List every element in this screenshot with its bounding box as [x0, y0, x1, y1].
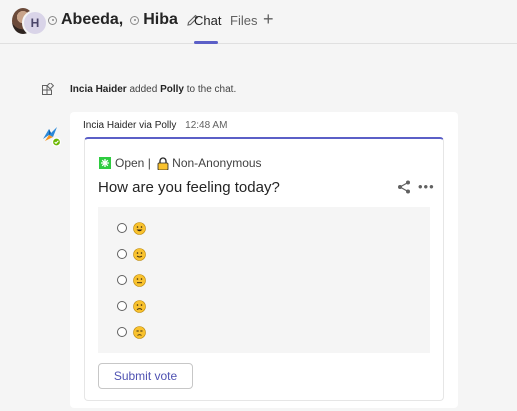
neutral-face-icon — [133, 273, 146, 287]
option-radio[interactable] — [117, 275, 127, 285]
poll-status: Open | Non-Anonymous — [99, 156, 262, 170]
avatar-initial: H — [22, 10, 48, 36]
poll-option[interactable] — [117, 220, 146, 236]
participant-name: Abeeda, — [61, 11, 124, 28]
visibility-label: Non-Anonymous — [172, 156, 262, 170]
chat-header: H Abeeda, Hiba Chat Files + — [0, 0, 517, 44]
presence-icon — [130, 15, 140, 25]
plus-icon[interactable]: + — [263, 9, 274, 29]
chat-title[interactable]: Abeeda, Hiba — [48, 11, 200, 29]
option-radio[interactable] — [117, 301, 127, 311]
poll-options — [98, 207, 430, 353]
lock-icon — [157, 156, 169, 170]
system-text: to the chat. — [183, 83, 237, 95]
share-icon[interactable] — [397, 180, 411, 194]
tab-files[interactable]: Files — [230, 13, 257, 28]
option-radio[interactable] — [117, 327, 127, 337]
poll-option[interactable] — [117, 298, 146, 314]
open-status-icon — [99, 157, 111, 169]
more-options-icon[interactable]: ••• — [418, 179, 435, 194]
grinning-face-icon — [133, 221, 146, 235]
unamused-face-icon — [133, 325, 146, 339]
polly-bot-avatar[interactable] — [40, 125, 62, 147]
apps-icon — [42, 83, 54, 95]
timestamp: 12:48 AM — [185, 120, 228, 131]
option-radio[interactable] — [117, 223, 127, 233]
option-radio[interactable] — [117, 249, 127, 259]
message-meta: Incia Haider via Polly 12:48 AM — [83, 120, 227, 131]
sender-name: Incia Haider via Polly — [83, 120, 177, 131]
participant-name: Hiba — [143, 11, 178, 28]
group-avatar[interactable]: H — [12, 8, 48, 36]
submit-vote-button[interactable]: Submit vote — [98, 363, 193, 389]
slightly-smiling-face-icon — [133, 247, 146, 261]
system-text: added — [126, 83, 161, 95]
actor-name: Incia Haider — [70, 83, 127, 95]
poll-option[interactable] — [117, 324, 146, 340]
system-message: Incia Haider added Polly to the chat. — [42, 81, 236, 97]
status-open: Open — [115, 156, 145, 170]
app-name: Polly — [160, 83, 184, 95]
poll-card: Open | Non-Anonymous How are you feeling… — [84, 137, 444, 401]
presence-icon — [48, 15, 57, 25]
poll-option[interactable] — [117, 272, 146, 288]
poll-question: How are you feeling today? — [98, 179, 280, 196]
poll-option[interactable] — [117, 246, 146, 262]
tab-chat[interactable]: Chat — [194, 13, 221, 28]
slightly-frowning-face-icon — [133, 299, 146, 313]
active-tab-indicator — [194, 41, 218, 44]
status-separator: | — [144, 156, 155, 170]
